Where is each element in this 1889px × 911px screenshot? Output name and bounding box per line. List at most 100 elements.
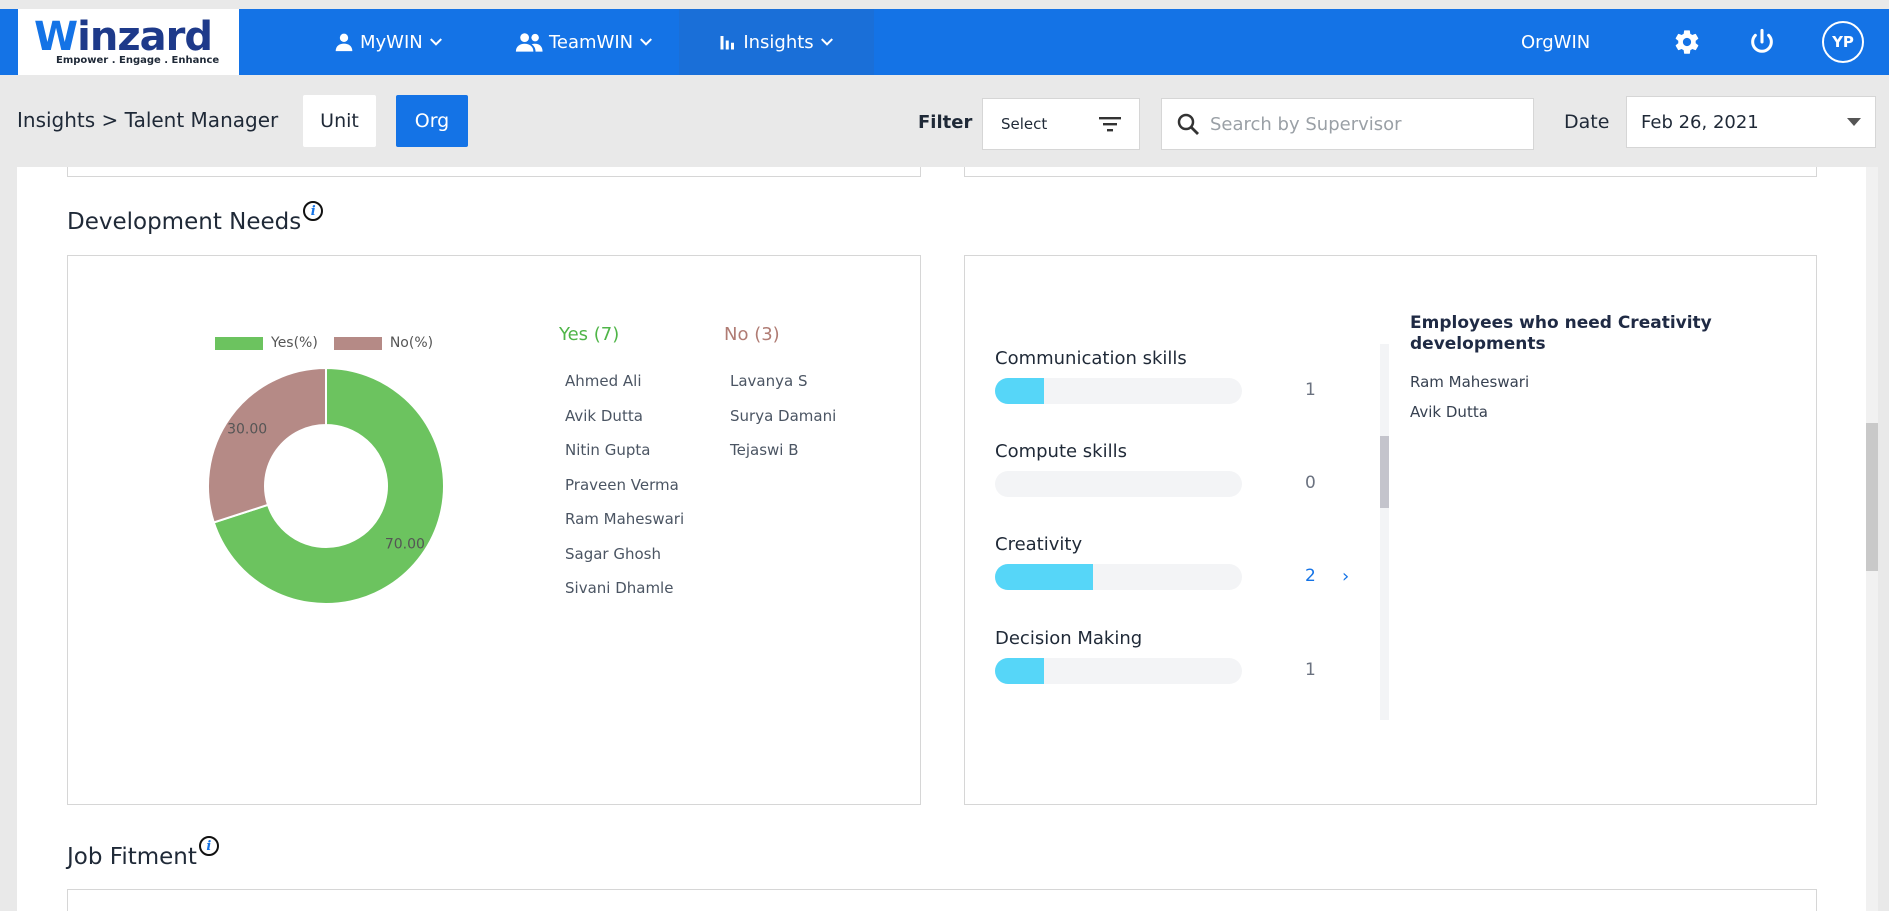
- yes-column-header: Yes (7): [559, 324, 620, 345]
- development-needs-heading: Development Needs i: [67, 201, 324, 235]
- logo-tagline: Empower . Engage . Enhance: [56, 55, 220, 66]
- donut-data-label: 30.00: [227, 422, 267, 438]
- skill-row[interactable]: Decision Making 1: [995, 628, 1316, 684]
- unit-toggle-button[interactable]: Unit: [303, 95, 376, 147]
- search-icon: [1177, 113, 1199, 135]
- nav-insights-label: Insights: [743, 31, 814, 53]
- info-icon[interactable]: i: [198, 836, 219, 856]
- nav-teamwin-label: TeamWIN: [549, 31, 634, 53]
- chevron-down-icon: [429, 38, 442, 46]
- avatar: YP: [1822, 21, 1864, 63]
- settings-button[interactable]: [1673, 9, 1701, 75]
- no-name-list: Lavanya S Surya Damani Tejaswi B: [730, 364, 836, 468]
- chevron-down-icon: [820, 38, 833, 46]
- logo-rest: inzard: [77, 14, 213, 60]
- list-item[interactable]: Surya Damani: [730, 399, 836, 434]
- logo-w: W: [34, 14, 78, 60]
- employees-heading: Employees who need Creativity developmen…: [1410, 313, 1712, 354]
- list-item[interactable]: Tejaswi B: [730, 433, 836, 468]
- list-item[interactable]: Nitin Gupta: [565, 433, 684, 468]
- previous-card-right: [964, 167, 1817, 177]
- job-fitment-heading: Job Fitment i: [67, 836, 219, 870]
- content-panel: Development Needs i Yes(%) No(%) 70.00 30…: [17, 167, 1872, 911]
- date-picker[interactable]: Feb 26, 2021: [1626, 96, 1876, 148]
- nav-mywin[interactable]: MyWIN: [334, 9, 443, 75]
- org-toggle-button[interactable]: Org: [396, 95, 468, 147]
- skill-label: Compute skills: [995, 441, 1127, 462]
- previous-card-left: [67, 167, 921, 177]
- nav-orgwin[interactable]: OrgWIN: [1521, 9, 1590, 75]
- list-item[interactable]: Ram Maheswari: [565, 502, 684, 537]
- development-needs-donut-chart: 70.00 30.00: [207, 366, 445, 605]
- logo-wordmark: Winzard: [34, 17, 223, 57]
- skill-count: 1: [1305, 380, 1316, 400]
- winzard-logo[interactable]: Winzard Empower . Engage . Enhance: [18, 9, 239, 75]
- supervisor-search[interactable]: [1161, 98, 1534, 150]
- job-fitment-title: Job Fitment: [67, 844, 197, 870]
- skill-count: 1: [1305, 660, 1316, 680]
- skill-count: 0: [1305, 473, 1316, 493]
- top-navigation: Winzard Empower . Engage . Enhance MyWIN…: [0, 9, 1889, 75]
- date-value: Feb 26, 2021: [1641, 111, 1759, 133]
- bar-chart-icon: [720, 36, 735, 50]
- donut-data-label: 70.00: [385, 536, 425, 552]
- donut-slice-no[interactable]: [207, 366, 327, 524]
- skill-label: Communication skills: [995, 348, 1187, 369]
- search-input[interactable]: [1210, 113, 1510, 135]
- logout-button[interactable]: [1748, 9, 1776, 75]
- filter-select[interactable]: Select: [982, 98, 1140, 150]
- legend-no-label: No(%): [389, 335, 434, 351]
- skills-list: Communication skills 1 Compute skills 0 …: [995, 348, 1365, 708]
- job-fitment-card: [67, 889, 1817, 911]
- nav-orgwin-label: OrgWIN: [1521, 31, 1591, 53]
- list-item[interactable]: Praveen Verma: [565, 468, 684, 503]
- info-icon[interactable]: i: [303, 201, 324, 221]
- skill-bar-track: [995, 658, 1242, 684]
- list-item[interactable]: Avik Dutta: [565, 399, 684, 434]
- skill-count: 2: [1305, 566, 1316, 586]
- list-item[interactable]: Lavanya S: [730, 364, 836, 399]
- skills-scrollbar-thumb[interactable]: [1380, 436, 1389, 508]
- list-item[interactable]: Sagar Ghosh: [565, 537, 684, 572]
- profile-button[interactable]: YP: [1822, 9, 1864, 75]
- skill-bar-track: [995, 471, 1242, 497]
- skill-label: Decision Making: [995, 628, 1143, 649]
- filter-label: Filter: [918, 112, 973, 133]
- sub-header: Insights > Talent Manager Unit Org Filte…: [0, 75, 1889, 167]
- skills-scrollbar[interactable]: [1380, 344, 1389, 720]
- skill-bar-fill: [995, 378, 1044, 404]
- skill-row[interactable]: Communication skills 1: [995, 348, 1316, 404]
- list-item[interactable]: Ahmed Ali: [565, 364, 684, 399]
- list-item[interactable]: Sivani Dhamle: [565, 571, 684, 606]
- user-icon: [335, 33, 353, 52]
- nav-mywin-label: MyWIN: [360, 31, 423, 53]
- chart-legend: Yes(%) No(%): [215, 335, 433, 351]
- power-icon: [1751, 28, 1773, 53]
- list-item[interactable]: Ram Maheswari: [1410, 367, 1529, 397]
- skill-row[interactable]: Compute skills 0: [995, 441, 1316, 497]
- skill-row[interactable]: Creativity 2 ›: [995, 534, 1349, 590]
- legend-no-swatch: [333, 336, 382, 350]
- no-column-header: No (3): [724, 324, 780, 345]
- skill-bar-track: [995, 378, 1242, 404]
- development-skills-card: Communication skills 1 Compute skills 0 …: [964, 255, 1817, 805]
- filter-icon: [1099, 117, 1121, 132]
- nav-insights[interactable]: Insights: [679, 9, 874, 75]
- chevron-right-icon[interactable]: ›: [1342, 566, 1349, 587]
- skill-bar-fill: [995, 564, 1093, 590]
- chevron-down-icon: [640, 38, 653, 46]
- skill-label: Creativity: [995, 534, 1083, 555]
- team-icon: [515, 33, 543, 52]
- breadcrumb: Insights > Talent Manager: [17, 108, 279, 132]
- top-strip: [0, 0, 1889, 9]
- skill-bar-fill: [995, 658, 1044, 684]
- filter-select-value: Select: [1001, 115, 1048, 133]
- gear-icon: [1675, 30, 1699, 54]
- development-needs-chart-card: Yes(%) No(%) 70.00 30.00 Yes (7) No (3) A…: [67, 255, 921, 805]
- page-scrollbar-thumb[interactable]: [1866, 423, 1878, 571]
- legend-yes-swatch: [215, 336, 263, 350]
- list-item[interactable]: Avik Dutta: [1410, 397, 1529, 427]
- caret-down-icon: [1847, 117, 1861, 126]
- nav-teamwin[interactable]: TeamWIN: [515, 9, 653, 75]
- employees-list: Ram Maheswari Avik Dutta: [1410, 367, 1529, 427]
